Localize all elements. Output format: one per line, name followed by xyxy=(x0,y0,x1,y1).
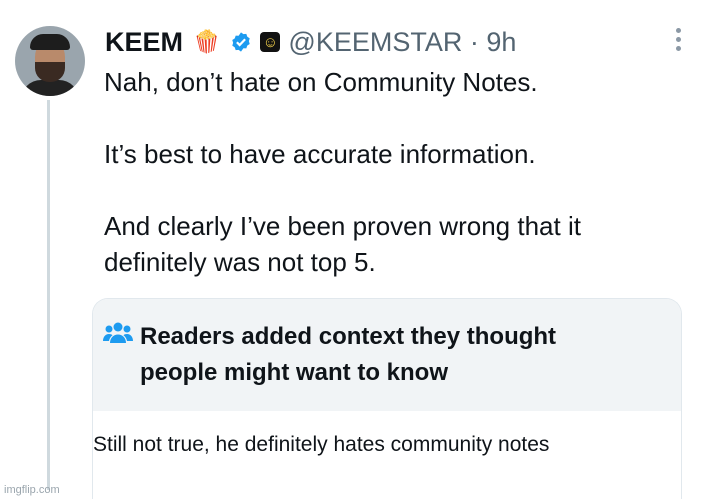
title-line: Readers added context they thought xyxy=(140,323,557,350)
community-note-header: Readers added context they thought peopl… xyxy=(93,299,681,411)
tweet-line: Nah, don’t hate on Community Notes. xyxy=(104,67,538,97)
tweet-header: KEEM 🍿 ☺ @KEEMSTAR · 9h xyxy=(105,22,516,62)
community-note-title: Readers added context they thought peopl… xyxy=(140,319,640,391)
popcorn-icon: 🍿 xyxy=(193,29,221,54)
verified-badge-icon xyxy=(232,32,251,52)
smiley-icon: ☺ xyxy=(260,32,281,52)
tweet-line: definitely was not top 5. xyxy=(104,247,376,277)
tweet-text: Nah, don’t hate on Community Notes. It’s… xyxy=(104,64,581,280)
title-line: people might want to know xyxy=(140,359,448,386)
tweet-line: And clearly I’ve been proven wrong that … xyxy=(104,211,581,241)
handle-and-time[interactable]: @KEEMSTAR · 9h xyxy=(288,27,516,58)
people-icon xyxy=(103,322,133,343)
avatar[interactable] xyxy=(15,26,85,96)
community-note-body: Still not true, he definitely hates comm… xyxy=(93,433,550,456)
thread-line xyxy=(47,100,50,490)
watermark: imgflip.com xyxy=(4,484,60,496)
more-options-icon[interactable] xyxy=(676,28,682,55)
display-name[interactable]: KEEM xyxy=(105,27,183,58)
tweet-line: It’s best to have accurate information. xyxy=(104,139,536,169)
community-note[interactable]: Readers added context they thought peopl… xyxy=(92,298,682,499)
